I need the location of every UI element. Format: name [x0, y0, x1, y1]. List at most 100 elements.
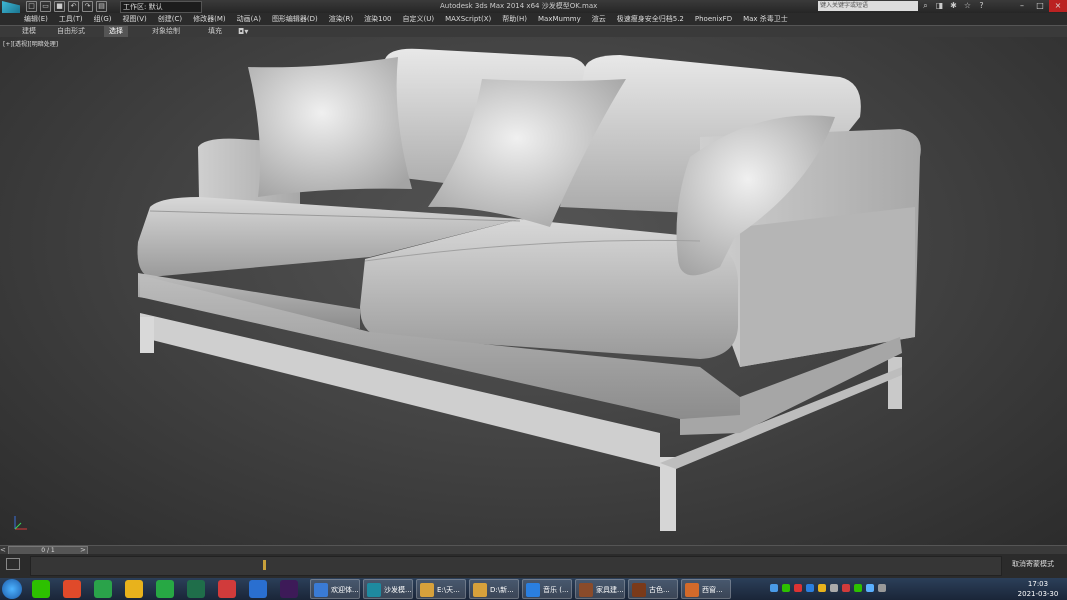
- minimize-button[interactable]: –: [1013, 0, 1031, 12]
- undo-icon[interactable]: ↶: [68, 1, 79, 12]
- workspace-select[interactable]: 工作区: 默认: [120, 1, 202, 13]
- taskbar-clock[interactable]: 17:03 2021-03-30: [1012, 579, 1064, 599]
- tab-modeling[interactable]: 建模: [22, 26, 36, 37]
- menu-item[interactable]: 渲云: [592, 13, 606, 25]
- task-app-icon: [314, 583, 328, 597]
- menu-item[interactable]: Max 杀毒卫士: [743, 13, 788, 25]
- clock-date: 2021-03-30: [1017, 590, 1059, 598]
- taskbar-task-button[interactable]: 沙发模...: [363, 579, 413, 599]
- clock-time: 17:03: [1027, 580, 1049, 588]
- windows-taskbar: 欢迎体... 沙发模... E:\天... D:\新... 音乐 (... 家具建... 古…: [0, 578, 1067, 600]
- task-label: 欢迎体...: [331, 586, 359, 594]
- task-label: D:\新...: [490, 586, 514, 594]
- audition-icon[interactable]: [187, 580, 205, 598]
- perspective-viewport[interactable]: [+][透视][明暗处理]: [0, 37, 1067, 545]
- taskbar-task-button[interactable]: 古色...: [628, 579, 678, 599]
- title-bar: □ ▭ ■ ↶ ↷ ▤ 工作区: 默认 Autodesk 3ds Max 201…: [0, 0, 1067, 14]
- taskbar-task-button[interactable]: 家具建...: [575, 579, 625, 599]
- tab-object-paint[interactable]: 对象绘制: [152, 26, 180, 37]
- open-file-icon[interactable]: ▭: [40, 1, 51, 12]
- taskbar-task-button[interactable]: 欢迎体...: [310, 579, 360, 599]
- task-app-icon: [473, 583, 487, 597]
- chrome-icon[interactable]: [125, 580, 143, 598]
- menu-item[interactable]: 视图(V): [123, 13, 147, 25]
- tray-security-icon[interactable]: [794, 584, 802, 592]
- menu-item[interactable]: PhoenixFD: [695, 13, 732, 25]
- taskbar-task-button[interactable]: 西窗...: [681, 579, 731, 599]
- menu-item[interactable]: 创建(C): [158, 13, 182, 25]
- taskbar-task-button[interactable]: D:\新...: [469, 579, 519, 599]
- time-prev-icon[interactable]: <: [0, 546, 6, 554]
- start-button[interactable]: [2, 579, 22, 599]
- track-area[interactable]: [30, 556, 1002, 576]
- viewport-label[interactable]: [+][透视][明暗处理]: [3, 39, 58, 48]
- tab-populate[interactable]: 填充: [208, 26, 222, 37]
- wechat-icon[interactable]: [32, 580, 50, 598]
- xbox-icon[interactable]: [156, 580, 174, 598]
- task-app-icon: [579, 583, 593, 597]
- menu-item[interactable]: 动画(A): [237, 13, 261, 25]
- ribbon-options-icon[interactable]: ◘▾: [238, 26, 248, 37]
- menu-item[interactable]: 渲染(R): [329, 13, 353, 25]
- menu-item[interactable]: 极速瘦身安全归档5.2: [617, 13, 684, 25]
- tab-freeform[interactable]: 自由形式: [57, 26, 85, 37]
- task-app-icon: [367, 583, 381, 597]
- menu-item[interactable]: MaxMummy: [538, 13, 581, 25]
- menu-bar: 编辑(E) 工具(T) 组(G) 视图(V) 创建(C) 修改器(M) 动画(A) 图形编辑器…: [0, 13, 1067, 25]
- axis-gizmo-icon: [14, 516, 27, 530]
- binoculars-icon[interactable]: ⌕: [921, 1, 930, 10]
- maximize-button[interactable]: □: [1031, 0, 1049, 12]
- task-label: 西窗...: [702, 586, 723, 594]
- tray-chat-icon[interactable]: [854, 584, 862, 592]
- taskbar-task-button[interactable]: 音乐 (...: [522, 579, 572, 599]
- quick-access-toolbar: □ ▭ ■ ↶ ↷ ▤: [26, 1, 107, 12]
- task-app-icon: [526, 583, 540, 597]
- close-button[interactable]: ×: [1049, 0, 1067, 12]
- new-file-icon[interactable]: □: [26, 1, 37, 12]
- time-next-icon[interactable]: >: [80, 546, 86, 554]
- task-label: 沙发模...: [384, 586, 412, 594]
- taskbar-task-button[interactable]: E:\天...: [416, 579, 466, 599]
- subscription-icon[interactable]: ◨: [935, 1, 944, 10]
- tray-input-icon[interactable]: [878, 584, 886, 592]
- menu-item[interactable]: MAXScript(X): [445, 13, 491, 25]
- menu-item[interactable]: 工具(T): [59, 13, 83, 25]
- sofa-model: [137, 48, 921, 531]
- communication-icon[interactable]: ✱: [949, 1, 958, 10]
- track-bar: 取消寄蒙模式: [0, 554, 1067, 578]
- menu-item[interactable]: 渲染100: [364, 13, 391, 25]
- tray-antivirus-icon[interactable]: [842, 584, 850, 592]
- task-label: E:\天...: [437, 586, 460, 594]
- keyframe-marker[interactable]: [263, 560, 266, 570]
- photos-icon[interactable]: [249, 580, 267, 598]
- menu-item[interactable]: 图形编辑器(D): [272, 13, 318, 25]
- menu-item[interactable]: 修改器(M): [193, 13, 226, 25]
- tray-update-icon[interactable]: [818, 584, 826, 592]
- tray-battery-icon[interactable]: [866, 584, 874, 592]
- tab-selection[interactable]: 选择: [104, 26, 128, 37]
- wanjia-icon[interactable]: [218, 580, 236, 598]
- search-input[interactable]: 键入关键字或短语: [818, 1, 918, 11]
- menu-item[interactable]: 帮助(H): [502, 13, 527, 25]
- trackbar-menu-icon[interactable]: [6, 558, 20, 570]
- tray-wechat-icon[interactable]: [782, 584, 790, 592]
- menu-item[interactable]: 编辑(E): [24, 13, 48, 25]
- project-folder-icon[interactable]: ▤: [96, 1, 107, 12]
- task-label: 音乐 (...: [543, 586, 569, 594]
- menu-item[interactable]: 组(G): [94, 13, 112, 25]
- tray-volume-icon[interactable]: [830, 584, 838, 592]
- premiere-icon[interactable]: [280, 580, 298, 598]
- save-icon[interactable]: ■: [54, 1, 65, 12]
- task-app-icon: [685, 583, 699, 597]
- tray-cloud-icon[interactable]: [806, 584, 814, 592]
- task-app-icon: [632, 583, 646, 597]
- camtasia-green-icon[interactable]: [94, 580, 112, 598]
- menu-item[interactable]: 自定义(U): [403, 13, 435, 25]
- help-icon[interactable]: ?: [977, 1, 986, 10]
- camtasia-icon[interactable]: [63, 580, 81, 598]
- task-label: 家具建...: [596, 586, 624, 594]
- favorites-icon[interactable]: ☆: [963, 1, 972, 10]
- system-tray: [770, 584, 886, 592]
- tray-network-icon[interactable]: [770, 584, 778, 592]
- redo-icon[interactable]: ↷: [82, 1, 93, 12]
